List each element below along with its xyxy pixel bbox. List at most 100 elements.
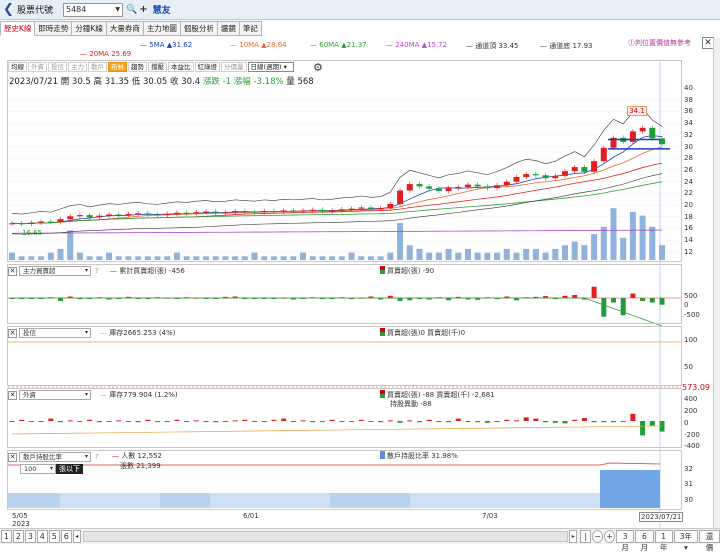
- close-icon[interactable]: ✕: [8, 266, 17, 276]
- high-price-label: 34.1: [627, 106, 647, 116]
- panel4-legend2: 張數 21,399: [120, 462, 161, 470]
- volume-bar: [571, 241, 578, 260]
- volume-bar: [523, 248, 530, 260]
- price-tick: 28: [684, 154, 693, 163]
- p4-axis-32: 32: [684, 465, 693, 473]
- right-scrollbar[interactable]: [713, 38, 720, 528]
- low-price-label: 16.65: [22, 229, 43, 237]
- horizontal-scrollbar[interactable]: [82, 531, 569, 542]
- main-force-panel[interactable]: [7, 264, 682, 324]
- volume-bar: [513, 252, 520, 260]
- volume-bar: [319, 256, 326, 260]
- candle-body: [513, 177, 520, 182]
- page-1[interactable]: 1: [1, 530, 12, 543]
- volume-bar: [600, 226, 607, 260]
- volume-bar: [173, 252, 180, 260]
- page-3[interactable]: 3: [24, 530, 36, 543]
- candle-body: [435, 188, 442, 192]
- candle-body: [18, 223, 25, 225]
- candle-body: [367, 207, 374, 209]
- panel2-select[interactable]: 投信: [19, 328, 91, 338]
- date-end: 2023/07/21: [639, 512, 684, 522]
- candle-body: [154, 214, 161, 216]
- panel1-legend1: — 累計買賣超(張) -456: [110, 267, 185, 275]
- p1-axis-n500: -500: [684, 311, 700, 319]
- candle-body: [639, 127, 646, 132]
- scroll-right-icon[interactable]: ▸: [569, 530, 578, 543]
- page-6[interactable]: 6: [60, 530, 72, 543]
- volume-bar: [251, 252, 258, 260]
- candle-body: [251, 211, 258, 213]
- candle-body: [629, 131, 636, 142]
- price-tick: 16: [684, 224, 693, 233]
- range-3y-select[interactable]: 3年 ▾: [673, 530, 699, 552]
- candle-body: [406, 184, 413, 191]
- help-icon[interactable]: ?: [95, 453, 99, 461]
- first-page-icon[interactable]: |: [580, 530, 592, 543]
- volume-bar: [561, 245, 568, 260]
- volume-bar: [212, 256, 219, 260]
- candle-body: [96, 215, 103, 218]
- volume-bar: [86, 256, 93, 260]
- candle-body: [552, 175, 559, 179]
- candle-body: [173, 212, 180, 214]
- range-restore[interactable]: 還價: [699, 530, 720, 552]
- p1-axis-500: 500: [684, 292, 698, 300]
- page-4[interactable]: 4: [36, 530, 48, 543]
- volume-bar: [639, 215, 646, 260]
- volume-bar: [9, 252, 15, 260]
- candle-body: [600, 147, 607, 162]
- volume-bar: [329, 256, 336, 260]
- candle-body: [523, 174, 530, 178]
- candle-body: [319, 209, 326, 211]
- candle-body: [106, 214, 113, 216]
- p1-axis-0: 0: [684, 301, 689, 309]
- page-5[interactable]: 5: [48, 530, 60, 543]
- help-icon[interactable]: ?: [95, 267, 99, 275]
- volume-bar: [300, 252, 307, 260]
- panel4-subselect-row: 100 張以下: [20, 464, 83, 474]
- volume-bar: [416, 248, 423, 260]
- candle-body: [222, 212, 229, 214]
- page-2[interactable]: 2: [12, 530, 24, 543]
- panel3-select[interactable]: 外資: [19, 390, 91, 400]
- panel2-header: ✕ 投信: [8, 328, 91, 338]
- panel4-lots-select[interactable]: 100: [20, 464, 56, 474]
- volume-bar: [532, 248, 539, 260]
- volume-bar: [426, 252, 433, 260]
- candle-body: [241, 211, 248, 212]
- panel1-select[interactable]: 主力買賣超: [19, 266, 91, 276]
- volume-bar: [387, 252, 394, 260]
- volume-bar: [232, 256, 239, 260]
- close-icon[interactable]: ✕: [8, 452, 17, 462]
- volume-bar: [435, 252, 442, 260]
- volume-bar: [620, 237, 627, 260]
- price-tick: 40: [684, 84, 693, 92]
- close-icon[interactable]: ✕: [8, 390, 17, 400]
- panel4-header: ✕ 散戶持股比率 ?: [8, 452, 99, 462]
- price-tick: 24: [684, 177, 693, 186]
- panel2-legend2: 買賣超(張)0 買賣超(千)0: [380, 328, 465, 338]
- candle-body: [348, 208, 355, 210]
- close-icon[interactable]: ✕: [8, 328, 17, 338]
- volume-bar: [474, 252, 481, 260]
- volume-bar: [144, 256, 151, 260]
- scroll-left-icon[interactable]: ◂: [72, 530, 81, 543]
- range-1y[interactable]: 1年: [654, 530, 673, 552]
- retail-panel[interactable]: [7, 450, 682, 510]
- candle-body: [561, 171, 568, 176]
- price-tick: 14: [684, 236, 693, 245]
- range-3m[interactable]: 3月: [616, 530, 635, 552]
- zoom-in-icon[interactable]: +: [604, 530, 616, 543]
- candle-body: [649, 127, 656, 139]
- volume-bar: [270, 256, 277, 260]
- p3-axis-400: 400: [684, 395, 698, 403]
- price-tick: 18: [684, 212, 693, 221]
- candle-body: [329, 210, 336, 212]
- range-6m[interactable]: 6月: [635, 530, 654, 552]
- panel4-select[interactable]: 散戶持股比率: [19, 452, 91, 462]
- p3-price-tag: 573.09: [682, 383, 710, 392]
- ma-line: [11, 181, 663, 224]
- volume-bar: [76, 252, 83, 260]
- zoom-out-icon[interactable]: −: [592, 530, 604, 543]
